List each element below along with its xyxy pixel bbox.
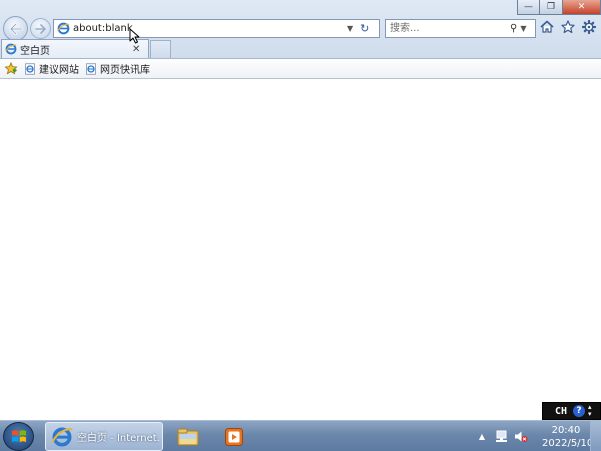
favorites-star-icon[interactable] bbox=[4, 62, 18, 75]
media-player-icon bbox=[225, 427, 243, 446]
refresh-button[interactable]: ↻ bbox=[360, 22, 369, 35]
ie-page-icon bbox=[57, 22, 70, 35]
window-controls: — ❐ ✕ bbox=[517, 0, 601, 15]
search-bar[interactable]: ⚲ ▼ bbox=[385, 19, 536, 38]
windows-logo-icon bbox=[11, 430, 26, 442]
mouse-cursor-icon bbox=[129, 28, 140, 44]
taskbar-item-internet-explorer[interactable]: 空白页 - Internet... bbox=[45, 422, 163, 451]
minimize-button[interactable]: — bbox=[517, 0, 540, 15]
favorites-item-suggested-sites[interactable]: 建议网站 bbox=[24, 61, 79, 76]
tools-gear-icon[interactable] bbox=[580, 18, 597, 35]
taskbar-item-label: 空白页 - Internet... bbox=[77, 433, 159, 444]
address-input[interactable] bbox=[73, 21, 343, 36]
search-dropdown-button[interactable]: ▼ bbox=[520, 24, 526, 33]
ime-language-label[interactable]: CH bbox=[555, 406, 567, 417]
clock-date: 2022/5/10 bbox=[542, 437, 594, 449]
help-icon[interactable]: ? bbox=[573, 405, 586, 417]
favorites-bar: 建议网站 网页快讯库 bbox=[0, 58, 601, 79]
network-icon[interactable] bbox=[495, 430, 508, 443]
ime-options-icon[interactable]: ▴ ▾ bbox=[588, 404, 592, 418]
forward-button[interactable] bbox=[30, 18, 51, 39]
restore-button[interactable]: ❐ bbox=[540, 0, 563, 15]
browser-toolbar: — ❐ ✕ ▼ ↻ ⚲ ▼ bbox=[0, 0, 601, 58]
address-bar[interactable]: ▼ ↻ bbox=[53, 19, 380, 38]
command-icons bbox=[538, 18, 597, 35]
start-button[interactable] bbox=[3, 422, 34, 451]
taskbar: 空白页 - Internet... ▲ 20:40 2022/5/10 bbox=[0, 420, 601, 451]
new-tab-button[interactable] bbox=[150, 40, 171, 58]
back-button[interactable] bbox=[3, 16, 28, 41]
volume-muted-icon[interactable] bbox=[514, 430, 528, 443]
taskbar-item-file-explorer[interactable] bbox=[172, 422, 204, 451]
ime-language-bar[interactable]: CH ? ▴ ▾ bbox=[542, 402, 601, 420]
favorites-star-icon[interactable] bbox=[559, 18, 576, 35]
tab-blank-page[interactable]: 空白页 ✕ bbox=[1, 39, 149, 58]
ie-page-icon bbox=[25, 62, 35, 75]
tab-title: 空白页 bbox=[20, 45, 50, 57]
favorites-item-label: 网页快讯库 bbox=[100, 65, 150, 76]
internet-explorer-icon bbox=[51, 427, 73, 446]
ie-page-icon bbox=[86, 62, 96, 75]
system-tray: ▲ 20:40 2022/5/10 bbox=[479, 421, 601, 451]
tab-close-button[interactable]: ✕ bbox=[132, 44, 140, 55]
back-arrow-icon bbox=[9, 22, 23, 35]
folder-icon bbox=[177, 428, 199, 445]
home-icon[interactable] bbox=[538, 18, 555, 35]
close-button[interactable]: ✕ bbox=[563, 0, 601, 15]
favorites-item-label: 建议网站 bbox=[39, 65, 79, 76]
address-dropdown-button[interactable]: ▼ bbox=[347, 24, 353, 33]
clock-time: 20:40 bbox=[551, 424, 581, 436]
page-content[interactable] bbox=[0, 80, 601, 402]
show-hidden-icons-button[interactable]: ▲ bbox=[479, 432, 485, 441]
taskbar-item-media-player[interactable] bbox=[218, 422, 250, 451]
show-desktop-button[interactable] bbox=[590, 421, 601, 451]
search-icon[interactable]: ⚲ bbox=[510, 23, 517, 34]
favorites-item-web-slice-gallery[interactable]: 网页快讯库 bbox=[85, 61, 150, 76]
clock[interactable]: 20:40 2022/5/10 bbox=[542, 424, 594, 450]
forward-arrow-icon bbox=[34, 23, 46, 34]
ie-page-icon bbox=[5, 43, 17, 55]
search-input[interactable] bbox=[390, 21, 508, 36]
